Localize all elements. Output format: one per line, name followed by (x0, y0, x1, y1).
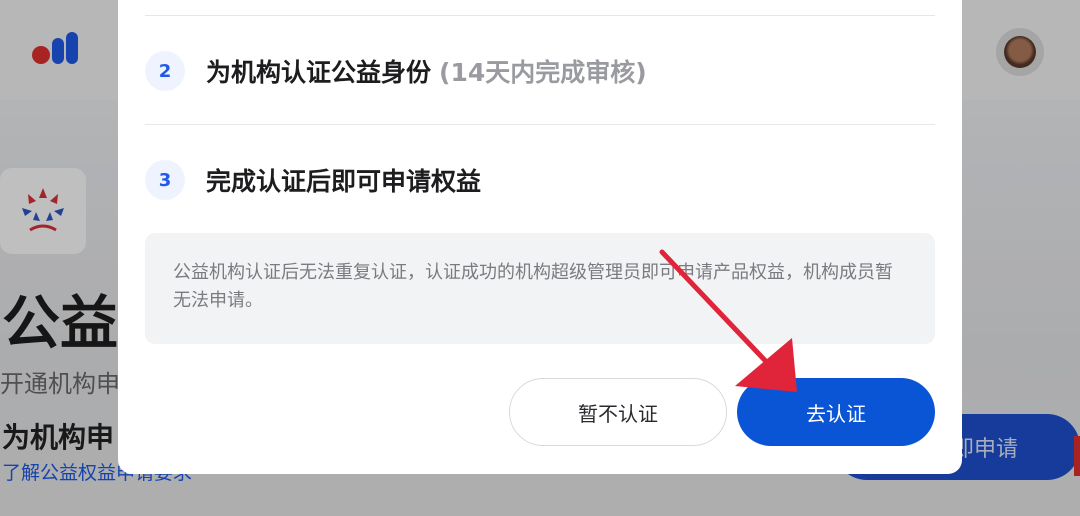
skip-certification-button[interactable]: 暂不认证 (509, 378, 727, 446)
step-2-note: (14天内完成审核) (439, 58, 647, 87)
certification-notice: 公益机构认证后无法重复认证，认证成功的机构超级管理员即可申请产品权益，机构成员暂… (145, 233, 935, 344)
divider (145, 15, 935, 16)
step-2-label: 为机构认证公益身份 (206, 58, 432, 87)
step-number-badge: 2 (145, 51, 185, 91)
step-3-row: 3 完成认证后即可申请权益 (145, 150, 935, 210)
divider (145, 124, 935, 125)
step-number-badge: 3 (145, 160, 185, 200)
step-2-row: 2 为机构认证公益身份 (14天内完成审核) (145, 41, 935, 101)
certification-modal: 2 为机构认证公益身份 (14天内完成审核) 3 完成认证后即可申请权益 公益机构… (118, 0, 962, 474)
step-3-label: 完成认证后即可申请权益 (206, 167, 482, 196)
go-certify-button[interactable]: 去认证 (737, 378, 935, 446)
step-2-text: 为机构认证公益身份 (14天内完成审核) (206, 53, 647, 89)
step-3-text: 完成认证后即可申请权益 (206, 162, 481, 198)
